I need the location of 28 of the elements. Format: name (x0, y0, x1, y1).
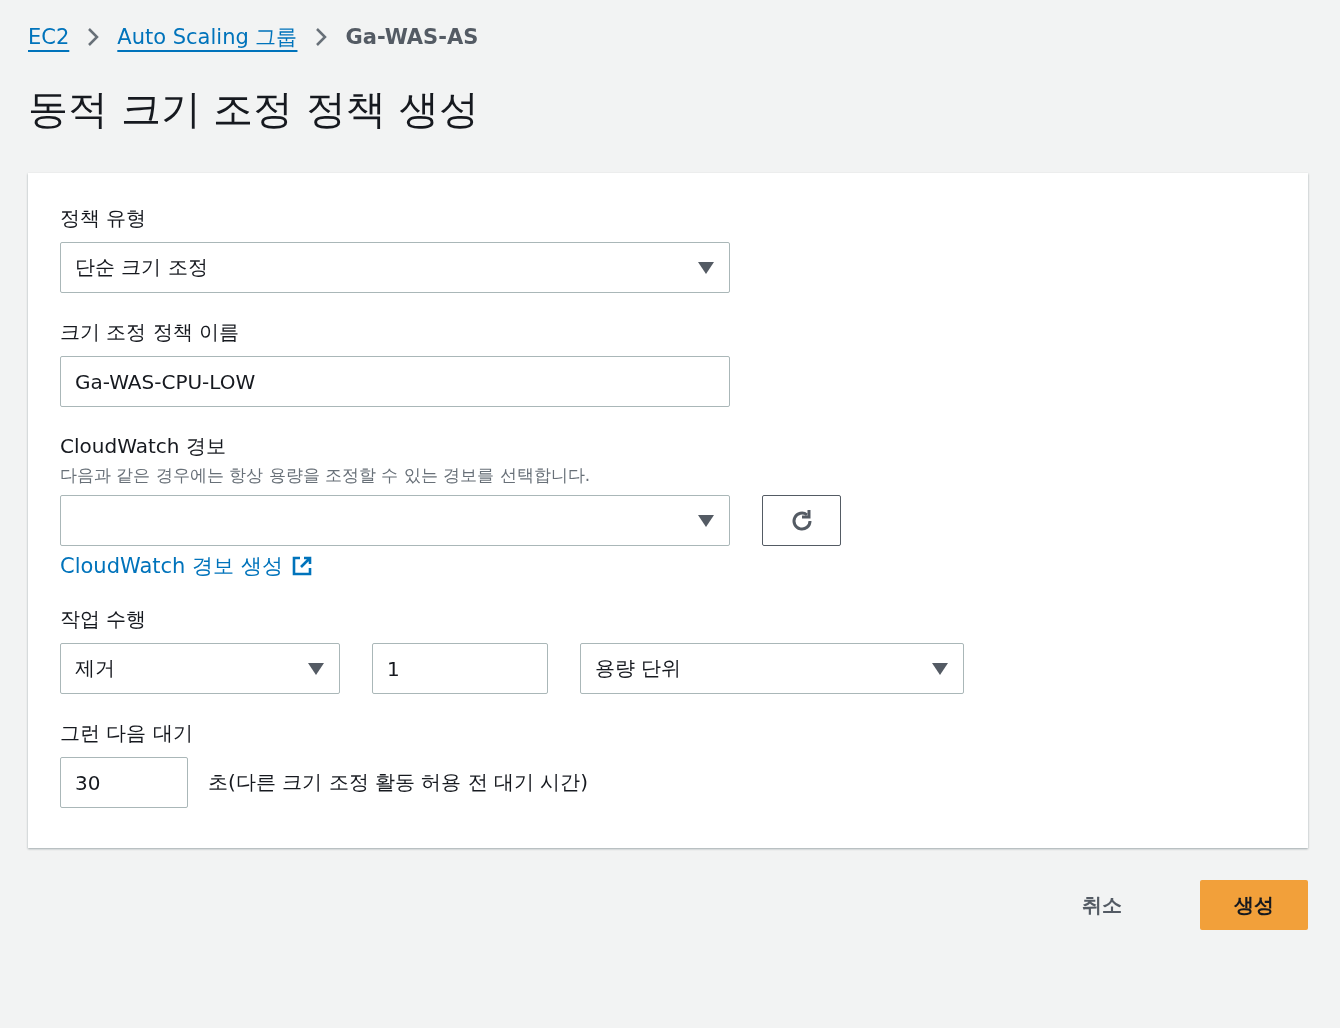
caret-icon (307, 661, 325, 676)
page-title: 동적 크기 조정 정책 생성 (28, 85, 480, 134)
cancel-button[interactable]: 취소 (1048, 880, 1156, 930)
chevron-right-icon (315, 27, 328, 47)
caret-icon (697, 513, 715, 528)
field-label: CloudWatch 경보 (60, 433, 227, 460)
breadcrumb-link[interactable]: Auto Scaling 그룹 (117, 23, 298, 51)
external-link-icon (290, 555, 313, 577)
wait-input[interactable]: 30 (60, 757, 188, 808)
caret-icon (697, 260, 715, 275)
field-label: 작업 수행 (60, 606, 148, 633)
breadcrumb-link[interactable]: EC2 (28, 25, 70, 49)
operation-select[interactable]: 제거 (60, 643, 340, 694)
chevron-right-icon (87, 27, 100, 47)
refresh-button[interactable] (762, 495, 841, 546)
field-label: 그런 다음 대기 (60, 720, 194, 747)
policy-type-select[interactable]: 단순 크기 조정 (60, 242, 730, 293)
current-page-label: Ga-WAS-AS (345, 25, 479, 49)
field-description: 다음과 같은 경우에는 항상 용량을 조정할 수 있는 경보를 선택합니다. (60, 464, 592, 487)
field-label: 정책 유형 (60, 205, 148, 232)
unit-select[interactable]: 용량 단위 (580, 643, 964, 694)
field-label: 크기 조정 정책 이름 (60, 319, 241, 346)
policy-name-input[interactable]: Ga-WAS-CPU-LOW (60, 356, 730, 407)
create-alarm-link[interactable]: CloudWatch 경보 생성 (60, 552, 313, 580)
create-button[interactable]: 생성 (1200, 880, 1308, 930)
caret-icon (931, 661, 949, 676)
amount-input[interactable]: 1 (372, 643, 548, 694)
wait-suffix: 초(다른 크기 조정 활동 허용 전 대기 시간) (208, 769, 589, 796)
